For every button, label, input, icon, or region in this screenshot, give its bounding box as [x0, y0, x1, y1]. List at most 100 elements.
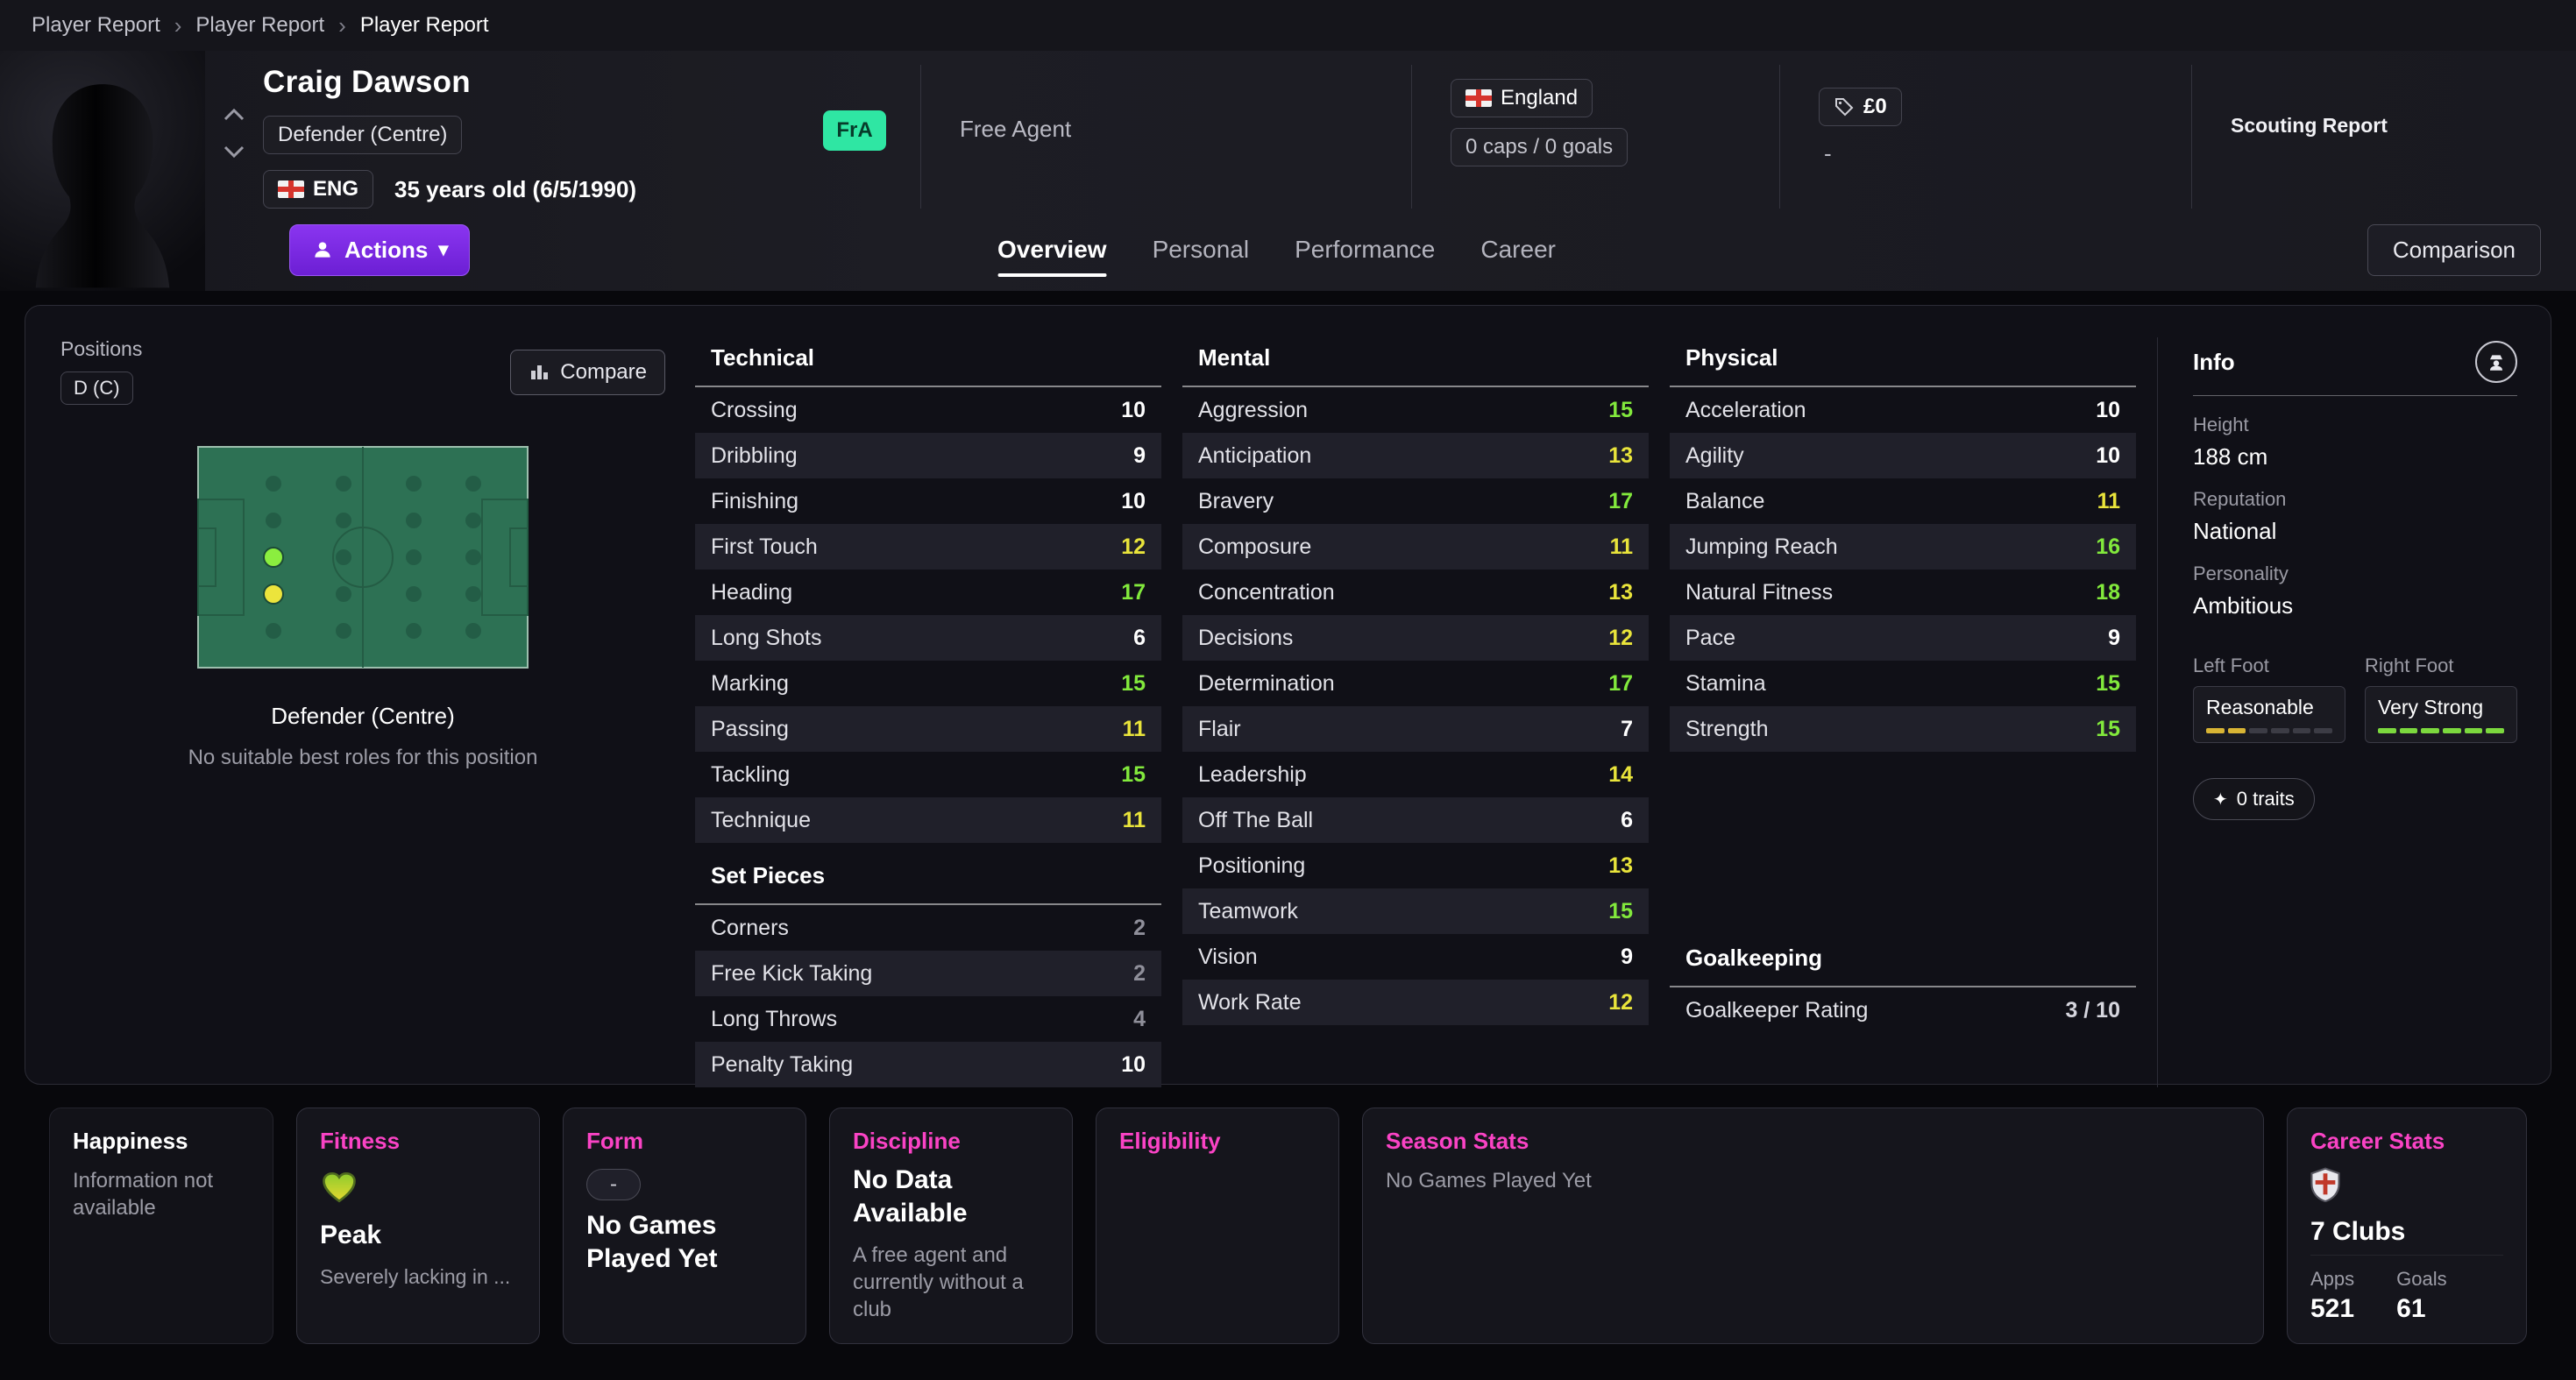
- attribute-name: Work Rate: [1198, 990, 1302, 1016]
- attribute-row: Concentration13: [1182, 570, 1649, 615]
- player-avatar: [0, 51, 205, 291]
- attribute-value: 11: [1610, 534, 1633, 560]
- foot-strength-bar: [2249, 728, 2267, 733]
- foot-strength-bar: [2228, 728, 2246, 733]
- attribute-name: Marking: [711, 671, 789, 697]
- attribute-value: 10: [2096, 398, 2120, 423]
- attribute-name: Bravery: [1198, 489, 1274, 514]
- set-pieces-attribute-list: Corners2Free Kick Taking2Long Throws4Pen…: [695, 905, 1161, 1087]
- tab-overview[interactable]: Overview: [975, 209, 1130, 291]
- compare-label: Compare: [560, 360, 647, 385]
- mental-attributes-section: Mental Aggression15Anticipation13Bravery…: [1182, 337, 1649, 1087]
- nation-code: ENG: [313, 177, 358, 202]
- attribute-row: Bravery17: [1182, 478, 1649, 524]
- attribute-value: 15: [2096, 671, 2120, 697]
- attribute-value: 18: [2096, 580, 2120, 605]
- overview-panel: Positions D (C) Compare: [25, 305, 2551, 1085]
- actions-label: Actions: [344, 237, 428, 264]
- tab-performance[interactable]: Performance: [1272, 209, 1458, 291]
- breadcrumb-item[interactable]: Player Report: [360, 13, 489, 38]
- caps-box: 0 caps / 0 goals: [1451, 128, 1628, 166]
- fitness-card[interactable]: Fitness Peak Severely lacking in ...: [296, 1108, 540, 1344]
- england-flag-icon: [1465, 89, 1492, 107]
- attribute-value: 7: [1621, 717, 1633, 742]
- attribute-row: First Touch12: [695, 524, 1161, 570]
- scout-icon[interactable]: [2475, 341, 2517, 383]
- tab-personal[interactable]: Personal: [1130, 209, 1273, 291]
- fitness-heart-icon: [320, 1169, 516, 1210]
- attribute-row: Corners2: [695, 905, 1161, 951]
- pitch-graphic: [196, 445, 529, 669]
- attribute-row: Aggression15: [1182, 387, 1649, 433]
- traits-label: 0 traits: [2237, 788, 2295, 810]
- info-header: Info: [2193, 341, 2517, 396]
- attribute-name: Tackling: [711, 762, 790, 788]
- positions-header: Positions D (C) Compare: [60, 337, 665, 405]
- info-field-label: Height: [2193, 414, 2517, 436]
- attribute-row: Jumping Reach16: [1670, 524, 2136, 570]
- attribute-row: Off The Ball6: [1182, 797, 1649, 843]
- left-foot-block: Left Foot Reasonable: [2193, 655, 2345, 743]
- player-name: Craig Dawson: [263, 65, 789, 100]
- physical-title: Physical: [1670, 337, 2136, 387]
- happiness-card[interactable]: Happiness Information not available: [49, 1108, 273, 1344]
- traits-button[interactable]: ✦ 0 traits: [2193, 778, 2315, 820]
- discipline-card[interactable]: Discipline No Data Available A free agen…: [829, 1108, 1073, 1344]
- attribute-name: Strength: [1685, 717, 1769, 742]
- info-section: Info Height188 cmReputationNationalPerso…: [2157, 337, 2517, 1087]
- selected-position-name: Defender (Centre): [60, 703, 665, 730]
- attribute-value: 14: [1608, 762, 1633, 788]
- right-foot-rating-box: Very Strong: [2365, 686, 2517, 743]
- breadcrumb-item[interactable]: Player Report: [32, 13, 160, 38]
- attribute-row: Vision9: [1182, 934, 1649, 980]
- form-card[interactable]: Form - No Games Played Yet: [563, 1108, 806, 1344]
- form-badge: -: [586, 1169, 641, 1200]
- goalkeeping-title: Goalkeeping: [1670, 938, 2136, 987]
- attribute-value: 15: [1121, 762, 1146, 788]
- contract-status: Free Agent: [960, 116, 1071, 143]
- value-text: £0: [1863, 95, 1887, 119]
- attribute-name: Long Throws: [711, 1007, 837, 1032]
- attribute-value: 11: [2097, 489, 2120, 514]
- attribute-name: Concentration: [1198, 580, 1335, 605]
- attribute-row: Tackling 15: [695, 752, 1161, 797]
- info-field-value: 188 cm: [2193, 443, 2517, 471]
- season-stats-title: Season Stats: [1386, 1128, 2240, 1155]
- attribute-value: 2: [1133, 961, 1146, 987]
- set-pieces-title: Set Pieces: [695, 855, 1161, 905]
- attribute-value: 10: [1121, 1052, 1146, 1078]
- value-section: £0 -: [1779, 65, 2191, 209]
- scout-badge-icon: [2485, 350, 2508, 373]
- attribute-row: Passing11: [695, 706, 1161, 752]
- nationality-pill: ENG: [263, 170, 373, 209]
- position-badge[interactable]: D (C): [60, 372, 133, 405]
- season-stats-card[interactable]: Season Stats No Games Played Yet: [1362, 1108, 2264, 1344]
- compare-button[interactable]: Compare: [510, 350, 665, 395]
- attribute-row: Leadership14: [1182, 752, 1649, 797]
- attribute-value: 6: [1133, 626, 1146, 651]
- career-stats-card[interactable]: Career Stats 7 Clubs Apps 521 Goals 61: [2287, 1108, 2527, 1344]
- apps-value: 521: [2310, 1294, 2354, 1324]
- next-player-button[interactable]: [219, 140, 249, 163]
- attribute-name: Penalty Taking: [711, 1052, 853, 1078]
- career-clubs: 7 Clubs: [2310, 1215, 2503, 1249]
- chevron-down-icon: ▾: [438, 238, 448, 261]
- attribute-row: Acceleration10: [1670, 387, 2136, 433]
- mental-attribute-list: Aggression15Anticipation13Bravery17Compo…: [1182, 387, 1649, 1025]
- actions-button[interactable]: Actions ▾: [289, 224, 470, 276]
- info-field-value: National: [2193, 518, 2517, 545]
- attribute-row: Penalty Taking 10: [695, 1042, 1161, 1087]
- attribute-name: Stamina: [1685, 671, 1766, 697]
- tab-career[interactable]: Career: [1458, 209, 1579, 291]
- discipline-title: Discipline: [853, 1128, 1049, 1155]
- positions-title: Positions: [60, 337, 142, 361]
- attribute-value: 15: [1608, 899, 1633, 924]
- attribute-name: Vision: [1198, 945, 1258, 970]
- previous-player-button[interactable]: [219, 103, 249, 126]
- goals-label: Goals: [2396, 1268, 2446, 1291]
- career-apps-stat: Apps 521: [2310, 1268, 2354, 1324]
- breadcrumb-item[interactable]: Player Report: [195, 13, 324, 38]
- comparison-button[interactable]: Comparison: [2367, 224, 2541, 276]
- eligibility-card[interactable]: Eligibility: [1096, 1108, 1339, 1344]
- breadcrumb: Player Report›Player Report›Player Repor…: [0, 0, 2576, 51]
